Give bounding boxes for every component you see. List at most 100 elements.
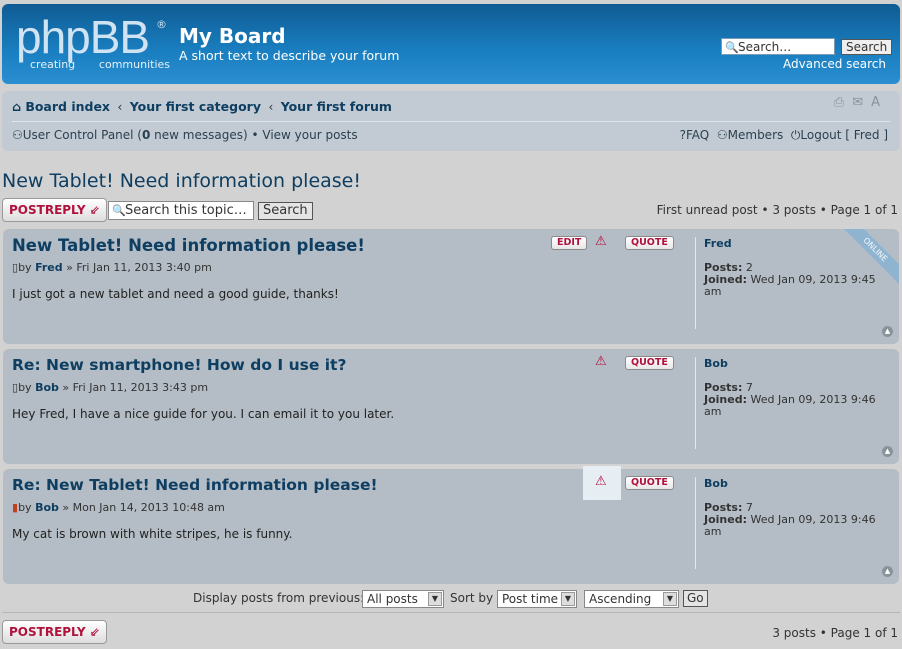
post-profile-divider <box>695 237 696 329</box>
post-reply-button[interactable]: POSTREPLY ⇙ <box>2 198 107 222</box>
navbar: ⌂ Board index ‹ Your first category ‹ Yo… <box>2 91 900 151</box>
chevron-down-icon: ▼ <box>663 592 677 606</box>
post-title[interactable]: Re: New smartphone! How do I use it? <box>12 356 346 374</box>
joined-date: Wed Jan 09, 2013 9:46 <box>750 513 876 526</box>
post-byline: ▯by Bob » Fri Jan 11, 2013 3:43 pm <box>12 381 208 394</box>
go-button[interactable]: Go <box>683 590 708 607</box>
post-author-link[interactable]: Fred <box>35 261 63 274</box>
days-select-value: All posts <box>367 592 418 606</box>
print-icon[interactable]: ⎙ <box>834 95 852 110</box>
post-author-link[interactable]: Bob <box>35 501 59 514</box>
quote-button[interactable]: QUOTE <box>625 236 674 250</box>
display-label: Display posts from previous: <box>193 591 365 605</box>
post-title[interactable]: Re: New Tablet! Need information please! <box>12 476 378 494</box>
view-posts-link[interactable]: View your posts <box>262 128 357 142</box>
back-to-top-icon[interactable]: ▲ <box>882 446 893 457</box>
back-to-top-icon[interactable]: ▲ <box>882 566 893 577</box>
post: ONLINE New Tablet! Need information plea… <box>3 229 899 344</box>
chevron-down-icon: ▼ <box>428 592 442 606</box>
topic-search-placeholder: Search this topic… <box>125 203 247 218</box>
breadcrumb: ⌂ Board index ‹ Your first category ‹ Yo… <box>12 99 392 114</box>
post-content: Hey Fred, I have a nice guide for you. I… <box>12 407 395 421</box>
topic-search-input[interactable]: 🔍 Search this topic… <box>108 201 254 220</box>
bottom-divider <box>2 612 900 613</box>
joined-date: Wed Jan 09, 2013 9:46 <box>750 393 876 406</box>
reply-arrow-icon: ⇙ <box>89 203 100 217</box>
search-icon: 🔍 <box>112 204 126 217</box>
post-reply-button-bottom[interactable]: POSTREPLY ⇙ <box>2 620 107 644</box>
byline-prefix: by <box>18 261 36 274</box>
byline-prefix: by <box>18 381 36 394</box>
quote-button[interactable]: QUOTE <box>625 476 674 490</box>
post-reply-label: POSTREPLY <box>9 203 86 217</box>
post-profile: Bob Posts: 7 Joined: Wed Jan 09, 2013 9:… <box>704 478 894 538</box>
edit-button[interactable]: EDIT <box>551 236 588 250</box>
user-links: ⚇User Control Panel (0 new messages) • V… <box>12 128 358 142</box>
nav-divider <box>12 121 890 122</box>
home-icon[interactable]: ⌂ <box>12 99 21 114</box>
back-to-top-icon[interactable]: ▲ <box>882 326 893 337</box>
header-search-input[interactable]: 🔍 Search… <box>721 38 835 55</box>
breadcrumb-separator: ‹ <box>268 99 274 114</box>
ucp-icon: ⚇ <box>12 128 23 142</box>
joined-date: Wed Jan 09, 2013 9:45 <box>750 273 876 286</box>
profile-author[interactable]: Bob <box>704 478 894 490</box>
logout-link[interactable]: Logout [ Fred ] <box>800 128 888 142</box>
byline-prefix: by <box>18 501 36 514</box>
breadcrumb-forum[interactable]: Your first forum <box>281 99 392 114</box>
report-icon[interactable]: ⚠ <box>595 234 607 249</box>
topic-title[interactable]: New Tablet! Need information please! <box>2 170 361 192</box>
quote-button[interactable]: QUOTE <box>625 356 674 370</box>
post-title[interactable]: New Tablet! Need information please! <box>12 236 365 255</box>
chevron-down-icon: ▼ <box>561 592 575 606</box>
profile-author[interactable]: Fred <box>704 238 894 250</box>
sort-direction-value: Ascending <box>589 592 652 606</box>
post-reply-label: POSTREPLY <box>9 625 86 639</box>
logo-wordmark: phpBB <box>16 11 150 63</box>
new-messages-label: new messages) <box>150 128 248 142</box>
advanced-search-link[interactable]: Advanced search <box>783 57 886 71</box>
post-profile: Fred Posts: 2 Joined: Wed Jan 09, 2013 9… <box>704 238 894 298</box>
header-search-placeholder: Search… <box>738 40 792 54</box>
site-header: phpBB ® creating communities My Board A … <box>2 4 900 84</box>
logo-registered-mark: ® <box>156 18 167 31</box>
ucp-label: User Control Panel ( <box>22 128 142 142</box>
header-links: ?FAQ ⚇Members ⏻Logout [ Fred ] <box>680 128 888 143</box>
days-select[interactable]: All posts ▼ <box>362 590 444 608</box>
post-content: My cat is brown with white stripes, he i… <box>12 527 293 541</box>
phpbb-logo[interactable]: phpBB ® creating communities <box>16 11 170 71</box>
faq-link[interactable]: FAQ <box>686 128 709 142</box>
breadcrumb-category[interactable]: Your first category <box>130 99 261 114</box>
ucp-link[interactable]: User Control Panel (0 new messages) <box>23 128 248 142</box>
logo-tagline-right: communities <box>98 58 170 71</box>
quote-label: QUOTE <box>631 477 668 488</box>
pagination-top[interactable]: First unread post • 3 posts • Page 1 of … <box>657 203 898 217</box>
topic-search-button[interactable]: Search <box>258 202 313 220</box>
site-description: A short text to describe your forum <box>179 48 400 63</box>
report-icon[interactable]: ⚠ <box>595 354 607 369</box>
joined-ampm: am <box>704 405 722 418</box>
profile-author[interactable]: Bob <box>704 358 894 370</box>
reply-arrow-icon: ⇙ <box>89 625 100 639</box>
report-icon[interactable]: ⚠ <box>595 474 607 489</box>
sort-key-select[interactable]: Post time ▼ <box>497 590 577 608</box>
post-author-link[interactable]: Bob <box>35 381 59 394</box>
members-link[interactable]: Members <box>728 128 784 142</box>
post-profile-divider <box>695 357 696 449</box>
page-tools: ⎙✉A <box>834 95 888 110</box>
header-search-button[interactable]: Search <box>841 39 893 55</box>
breadcrumb-board-index[interactable]: Board index <box>25 99 110 114</box>
edit-label: EDIT <box>557 237 582 248</box>
sort-key-value: Post time <box>502 592 559 606</box>
font-size-icon[interactable]: A <box>871 95 888 110</box>
post-date: » Mon Jan 14, 2013 10:48 am <box>58 501 225 514</box>
sort-direction-select[interactable]: Ascending ▼ <box>584 590 679 608</box>
quote-label: QUOTE <box>631 357 668 368</box>
post-date: » Fri Jan 11, 2013 3:43 pm <box>58 381 209 394</box>
pagination-bottom[interactable]: 3 posts • Page 1 of 1 <box>772 626 898 640</box>
post: Re: New smartphone! How do I use it? ⚠ Q… <box>3 349 899 464</box>
post-byline: ▮by Bob » Mon Jan 14, 2013 10:48 am <box>12 501 225 514</box>
search-icon: 🔍 <box>725 41 739 54</box>
sort-label: Sort by <box>450 591 494 605</box>
email-icon[interactable]: ✉ <box>852 95 871 110</box>
